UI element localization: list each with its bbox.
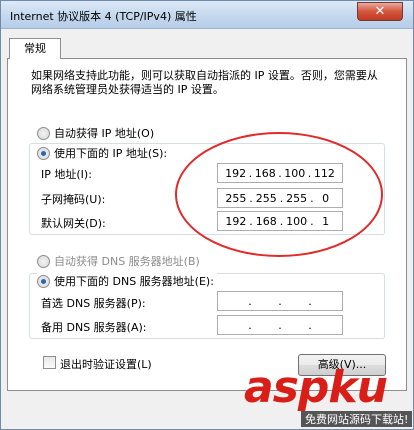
default-gateway-label: 默认网关(D): bbox=[41, 217, 106, 230]
subnet-mask-field[interactable]: 255. 255. 255. 0 bbox=[217, 188, 343, 208]
properties-dialog: Internet 协议版本 4 (TCP/IPv4) 属性 ✕ 常规 如果网络支… bbox=[0, 0, 414, 430]
watermark-logo: aspku bbox=[244, 362, 388, 413]
ip-address-octet-2: 168 bbox=[254, 166, 276, 180]
radio-manual-dns-indicator[interactable] bbox=[37, 274, 50, 288]
window-title: Internet 协议版本 4 (TCP/IPv4) 属性 bbox=[10, 10, 197, 23]
radio-auto-ip[interactable]: 自动获得 IP 地址(O) bbox=[37, 125, 154, 141]
radio-manual-ip-indicator[interactable] bbox=[37, 146, 50, 160]
radio-auto-dns-label: 自动获得 DNS 服务器地址(B) bbox=[54, 255, 200, 268]
gateway-octet-3: 100 bbox=[286, 214, 308, 228]
subnet-octet-1: 255 bbox=[225, 191, 247, 205]
radio-manual-ip[interactable]: 使用下面的 IP 地址(S): bbox=[37, 145, 171, 161]
description-text: 如果网络支持此功能，则可以获取自动指派的 IP 设置。否则，您需要从网络系统管理… bbox=[31, 69, 378, 96]
preferred-dns-field[interactable]: ... bbox=[217, 291, 343, 311]
subnet-octet-3: 255 bbox=[286, 191, 308, 205]
gateway-octet-1: 192 bbox=[225, 214, 247, 228]
gateway-octet-2: 168 bbox=[255, 214, 277, 228]
radio-auto-dns-indicator bbox=[37, 254, 50, 268]
gateway-octet-4: 1 bbox=[322, 214, 330, 228]
radio-auto-ip-label: 自动获得 IP 地址(O) bbox=[54, 127, 155, 140]
validate-on-exit-checkbox[interactable] bbox=[43, 356, 56, 369]
ip-address-field[interactable]: 192. 168. 100. 112 bbox=[217, 163, 343, 183]
ip-address-octet-1: 192 bbox=[225, 166, 247, 180]
subnet-mask-label: 子网掩码(U): bbox=[41, 193, 106, 206]
title-bar: Internet 协议版本 4 (TCP/IPv4) 属性 ✕ bbox=[1, 1, 413, 29]
radio-manual-dns[interactable]: 使用下面的 DNS 服务器地址(E): bbox=[37, 273, 217, 289]
validate-on-exit-label: 退出时验证设置(L) bbox=[60, 358, 152, 371]
alternate-dns-field[interactable]: ... bbox=[217, 315, 343, 335]
default-gateway-field[interactable]: 192. 168. 100. 1 bbox=[217, 211, 343, 231]
ip-address-label: IP 地址(I): bbox=[41, 168, 92, 181]
watermark-subtitle: 免费网站源码下载站! bbox=[301, 411, 413, 427]
radio-auto-ip-indicator[interactable] bbox=[37, 126, 50, 140]
alternate-dns-label: 备用 DNS 服务器(A): bbox=[41, 321, 147, 334]
close-button[interactable]: ✕ bbox=[357, 2, 403, 21]
tab-general[interactable]: 常规 bbox=[9, 38, 61, 59]
radio-manual-dns-label: 使用下面的 DNS 服务器地址(E): bbox=[54, 275, 214, 288]
radio-manual-ip-label: 使用下面的 IP 地址(S): bbox=[54, 147, 168, 160]
radio-auto-dns: 自动获得 DNS 服务器地址(B) bbox=[37, 253, 200, 269]
subnet-octet-2: 255 bbox=[255, 191, 277, 205]
preferred-dns-label: 首选 DNS 服务器(P): bbox=[41, 297, 146, 310]
subnet-octet-4: 0 bbox=[322, 191, 330, 205]
ip-address-octet-3: 100 bbox=[284, 166, 306, 180]
ip-address-octet-4: 112 bbox=[313, 166, 335, 180]
